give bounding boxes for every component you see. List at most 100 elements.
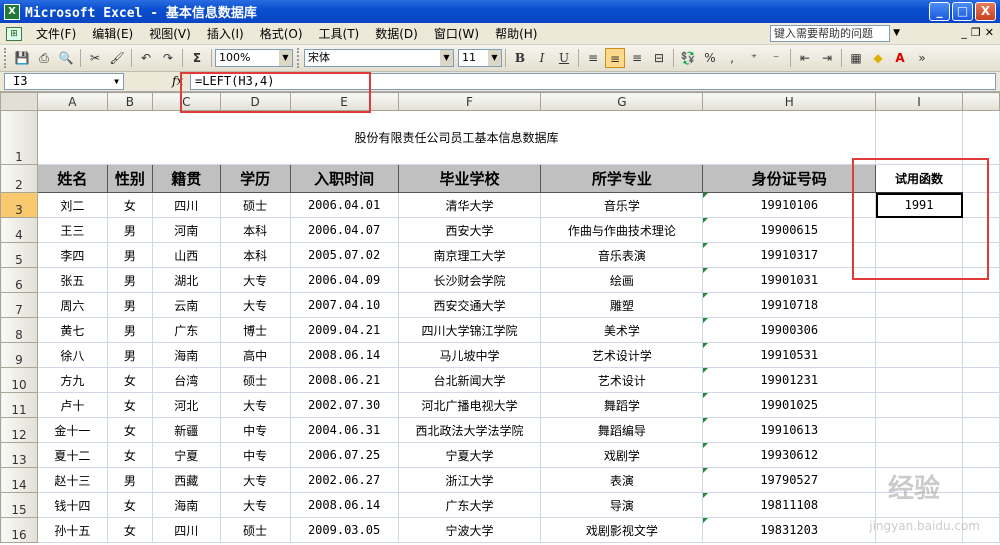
cell-hire-date[interactable]: 2007.04.10: [289, 292, 399, 318]
cell-empty[interactable]: [962, 242, 1000, 268]
cell-origin[interactable]: 新疆: [151, 417, 221, 443]
cell-empty[interactable]: [962, 467, 1000, 493]
cell-test-function[interactable]: [875, 367, 963, 393]
menu-tools[interactable]: 工具(T): [311, 25, 368, 42]
cell-origin[interactable]: 海南: [151, 492, 221, 518]
cell-name[interactable]: 刘二: [36, 192, 108, 218]
header-gender[interactable]: 性别: [106, 164, 153, 193]
cell-school[interactable]: 西安交通大学: [397, 292, 542, 318]
cut-icon[interactable]: ✂: [85, 48, 105, 68]
italic-button[interactable]: I: [532, 48, 552, 68]
name-box[interactable]: I3 ▼: [4, 73, 124, 90]
header-name[interactable]: 姓名: [36, 164, 108, 193]
percent-icon[interactable]: %: [700, 48, 720, 68]
align-left-icon[interactable]: ≡: [583, 48, 603, 68]
cell-hire-date[interactable]: 2002.06.27: [289, 467, 399, 493]
cell-id-number[interactable]: 19910718: [702, 292, 877, 318]
column-header-f[interactable]: F: [397, 92, 542, 111]
menu-format[interactable]: 格式(O): [252, 25, 311, 42]
cell-test-function[interactable]: [875, 317, 963, 343]
cell-education[interactable]: 大专: [219, 467, 291, 493]
cell-name[interactable]: 张五: [36, 267, 108, 293]
cell-j2[interactable]: [962, 164, 1000, 193]
cell-name[interactable]: 金十一: [36, 417, 108, 443]
cell-school[interactable]: 浙江大学: [397, 467, 542, 493]
cell-empty[interactable]: [962, 492, 1000, 518]
toolbar-grip[interactable]: [4, 48, 7, 68]
menu-insert[interactable]: 插入(I): [199, 25, 252, 42]
redo-icon[interactable]: ↷: [158, 48, 178, 68]
cell-empty[interactable]: [962, 367, 1000, 393]
cell-gender[interactable]: 男: [106, 292, 153, 318]
cell-hire-date[interactable]: 2008.06.21: [289, 367, 399, 393]
cell-origin[interactable]: 四川: [151, 517, 221, 543]
cell-education[interactable]: 大专: [219, 492, 291, 518]
cell-school[interactable]: 宁波大学: [397, 517, 542, 543]
test-function-header[interactable]: 试用函数: [875, 164, 963, 193]
cell-school[interactable]: 四川大学锦江学院: [397, 317, 542, 343]
workbook-icon[interactable]: ⊞: [6, 26, 22, 41]
cell-empty[interactable]: [962, 392, 1000, 418]
cell-hire-date[interactable]: 2006.04.01: [289, 192, 399, 218]
formula-input[interactable]: =LEFT(H3,4): [190, 73, 996, 90]
font-size-select[interactable]: 11 ▼: [458, 49, 502, 67]
cell-hire-date[interactable]: 2006.04.07: [289, 217, 399, 243]
menu-edit[interactable]: 编辑(E): [84, 25, 141, 42]
column-header-a[interactable]: A: [36, 92, 108, 111]
font-size-dropdown-icon[interactable]: ▼: [488, 50, 501, 66]
cell-id-number[interactable]: 19910531: [702, 342, 877, 368]
cell-gender[interactable]: 女: [106, 192, 153, 218]
cell-test-function[interactable]: [875, 242, 963, 268]
cell-major[interactable]: 导演: [540, 492, 704, 518]
comma-style-icon[interactable]: ,: [722, 48, 742, 68]
cell-major[interactable]: 音乐学: [540, 192, 704, 218]
cell-education[interactable]: 中专: [219, 442, 291, 468]
cell-id-number[interactable]: 19901031: [702, 267, 877, 293]
row-header-6[interactable]: 6: [0, 267, 38, 293]
cell-major[interactable]: 舞蹈编导: [540, 417, 704, 443]
cell-origin[interactable]: 山西: [151, 242, 221, 268]
column-header-b[interactable]: B: [106, 92, 153, 111]
cell-school[interactable]: 西安大学: [397, 217, 542, 243]
print-icon[interactable]: ⎙: [34, 48, 54, 68]
cell-name[interactable]: 赵十三: [36, 467, 108, 493]
cell-id-number[interactable]: 19910106: [702, 192, 877, 218]
minimize-button[interactable]: _: [929, 2, 950, 21]
header-hire-date[interactable]: 入职时间: [289, 164, 399, 193]
cell-origin[interactable]: 台湾: [151, 367, 221, 393]
cell-name[interactable]: 王三: [36, 217, 108, 243]
menu-file[interactable]: 文件(F): [28, 25, 84, 42]
doc-restore-icon[interactable]: ❐: [971, 26, 981, 39]
increase-decimal-icon[interactable]: ⁺: [744, 48, 764, 68]
cell-test-function[interactable]: [875, 392, 963, 418]
cell-education[interactable]: 博士: [219, 317, 291, 343]
row-header-13[interactable]: 13: [0, 442, 38, 468]
cell-gender[interactable]: 女: [106, 367, 153, 393]
cell-school[interactable]: 广东大学: [397, 492, 542, 518]
column-header-d[interactable]: D: [219, 92, 291, 111]
zoom-select[interactable]: 100% ▼: [215, 49, 293, 67]
increase-indent-icon[interactable]: ⇥: [817, 48, 837, 68]
cell-gender[interactable]: 女: [106, 517, 153, 543]
cell-test-function[interactable]: [875, 267, 963, 293]
cell-origin[interactable]: 云南: [151, 292, 221, 318]
cell-name[interactable]: 方九: [36, 367, 108, 393]
cell-major[interactable]: 作曲与作曲技术理论: [540, 217, 704, 243]
cell-major[interactable]: 音乐表演: [540, 242, 704, 268]
cell-gender[interactable]: 女: [106, 417, 153, 443]
cell-school[interactable]: 台北新闻大学: [397, 367, 542, 393]
cell-education[interactable]: 硕士: [219, 192, 291, 218]
cell-school[interactable]: 河北广播电视大学: [397, 392, 542, 418]
cell-education[interactable]: 大专: [219, 292, 291, 318]
cell-test-function[interactable]: [875, 442, 963, 468]
doc-minimize-icon[interactable]: _: [961, 26, 967, 39]
cell-school[interactable]: 清华大学: [397, 192, 542, 218]
cell-empty[interactable]: [962, 342, 1000, 368]
header-origin[interactable]: 籍贯: [151, 164, 221, 193]
underline-button[interactable]: U: [554, 48, 574, 68]
print-preview-icon[interactable]: 🔍: [56, 48, 76, 68]
currency-icon[interactable]: 💱: [678, 48, 698, 68]
cell-empty[interactable]: [962, 192, 1000, 218]
cell-origin[interactable]: 广东: [151, 317, 221, 343]
cell-j1[interactable]: [962, 110, 1000, 165]
